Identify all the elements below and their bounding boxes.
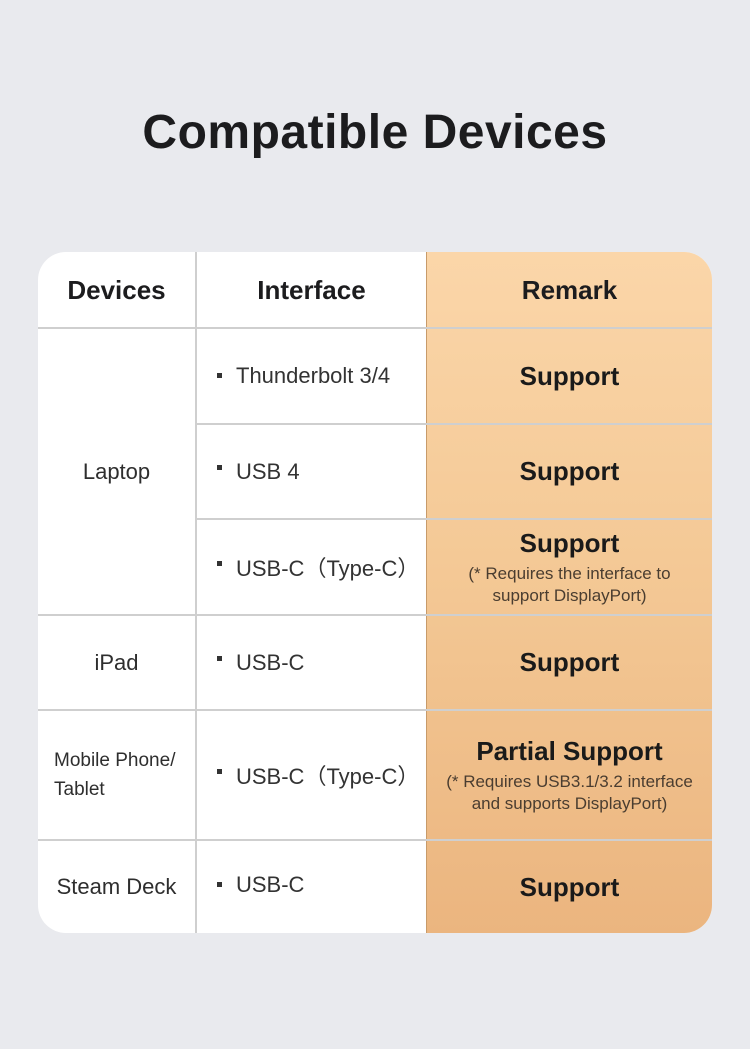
bullet-icon bbox=[217, 882, 222, 887]
interface-label: USB-C（Type-C） bbox=[236, 556, 420, 581]
remark-cell: Support bbox=[427, 329, 712, 423]
remark-cell: Support bbox=[427, 425, 712, 518]
remark-cell: Support bbox=[427, 841, 712, 933]
remark-note: (* Requires USB3.1/3.2 interface and sup… bbox=[446, 771, 693, 813]
device-mobile-tablet: Mobile Phone/ Tablet bbox=[54, 750, 176, 800]
bullet-icon bbox=[217, 768, 222, 774]
compatibility-table: Devices Interface Remark Laptop iPad Mob… bbox=[38, 252, 712, 933]
header-devices: Devices bbox=[67, 274, 166, 305]
remark-status: Support bbox=[519, 527, 620, 558]
interface-label: USB-C（Type-C） bbox=[236, 764, 420, 789]
interface-label: USB 4 bbox=[236, 458, 300, 484]
interface-label: Thunderbolt 3/4 bbox=[236, 363, 391, 388]
interface-label: USB-C bbox=[236, 649, 305, 675]
device-laptop: Laptop bbox=[82, 458, 151, 484]
page-title: Compatible Devices bbox=[142, 106, 608, 159]
remark-cell: Support bbox=[427, 616, 712, 709]
header-remark: Remark bbox=[521, 274, 618, 305]
interface-item: Thunderbolt 3/4 bbox=[197, 329, 406, 423]
device-steam-deck: Steam Deck bbox=[56, 874, 177, 899]
remark-status: Support bbox=[519, 871, 620, 902]
bullet-icon bbox=[217, 560, 222, 566]
interface-item: USB-C bbox=[197, 616, 426, 709]
interface-item: USB-C（Type-C） bbox=[197, 711, 426, 839]
interface-item: USB 4 bbox=[197, 425, 426, 518]
interface-label: USB-C bbox=[236, 872, 305, 897]
interface-item: USB-C（Type-C） bbox=[197, 520, 426, 614]
bullet-icon bbox=[217, 465, 222, 470]
device-ipad: iPad bbox=[94, 649, 139, 675]
remark-status: Support bbox=[519, 647, 620, 677]
bullet-icon bbox=[217, 373, 222, 378]
remark-status: Partial Support bbox=[476, 735, 663, 766]
remark-cell: Support (* Requires the interface to sup… bbox=[427, 520, 712, 614]
header-interface: Interface bbox=[257, 274, 366, 305]
interface-item: USB-C bbox=[197, 841, 406, 933]
remark-note: (* Requires the interface to support Dis… bbox=[468, 563, 671, 605]
bullet-icon bbox=[217, 656, 222, 661]
remark-cell: Partial Support (* Requires USB3.1/3.2 i… bbox=[427, 711, 712, 839]
remark-status: Support bbox=[519, 360, 620, 391]
remark-status: Support bbox=[519, 456, 620, 486]
